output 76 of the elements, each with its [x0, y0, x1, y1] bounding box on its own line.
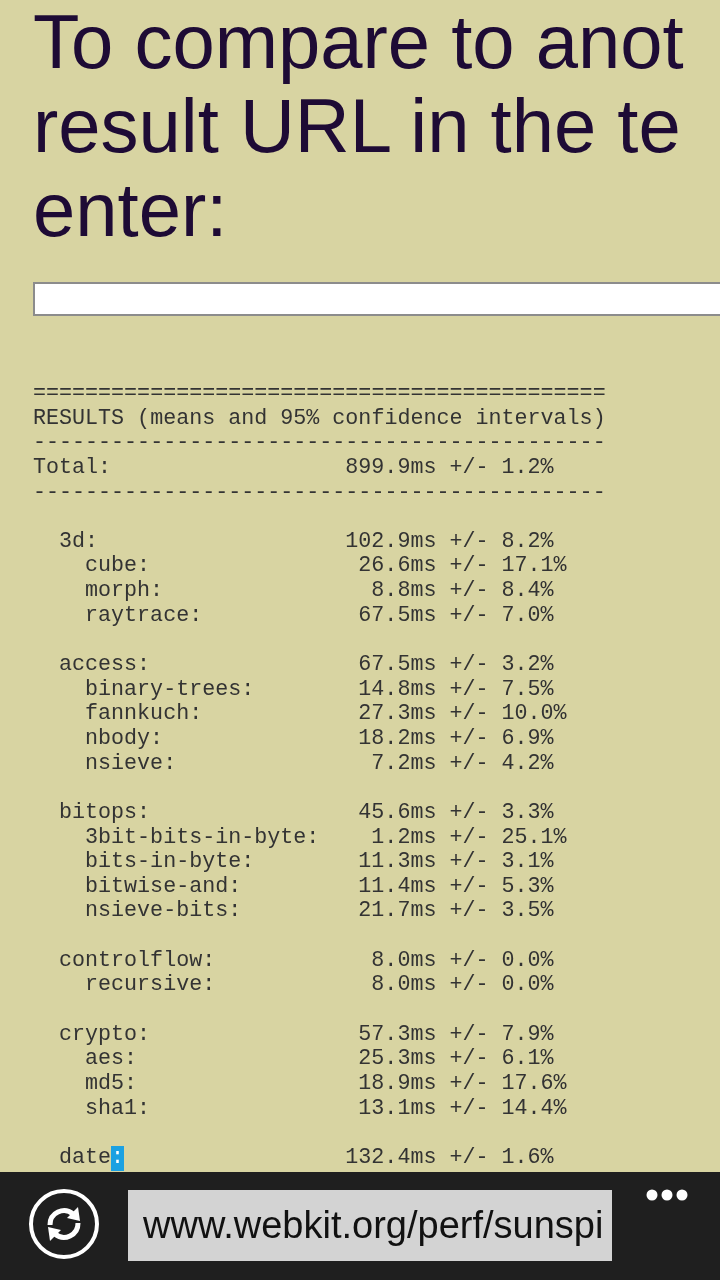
benchmark-error: +/- 10.0% — [449, 702, 567, 727]
benchmark-name: raytrace: — [85, 603, 203, 629]
benchmark-name: cube: — [85, 554, 151, 580]
benchmark-error: +/- 3.5% — [449, 899, 554, 925]
benchmark-name: nsieve-bits: — [85, 899, 242, 925]
benchmark-error: +/- 25.1% — [449, 825, 567, 851]
benchmark-time: 13.1ms — [358, 1096, 437, 1122]
benchmark-name: recursive: — [85, 973, 216, 999]
benchmark-error: +/- 8.4% — [449, 579, 554, 604]
address-field[interactable]: www.webkit.org/perf/sunspi — [128, 1190, 612, 1261]
benchmark-time: 102.9ms — [345, 529, 437, 555]
benchmark-error: +/- 7.9% — [449, 1022, 554, 1048]
benchmark-time: 8.0ms — [371, 973, 437, 999]
benchmark-name: md5: — [85, 1071, 138, 1097]
benchmark-error: +/- 17.6% — [449, 1071, 567, 1097]
benchmark-name: crypto: — [59, 1022, 151, 1048]
benchmark-name: bitops: — [59, 800, 151, 826]
benchmark-name: controlflow: — [59, 948, 216, 974]
total-time: 899.9ms — [345, 455, 437, 481]
benchmark-name: 3d: — [59, 529, 99, 555]
benchmark-error: +/- 1.6% — [449, 1145, 554, 1171]
benchmark-error: +/- 7.0% — [449, 603, 554, 629]
benchmark-time: 14.8ms — [358, 677, 437, 703]
total-label: Total: — [33, 455, 112, 481]
benchmark-name: morph: — [85, 579, 164, 604]
benchmark-time: 7.2ms — [371, 751, 437, 777]
intro-text: To compare to anot result URL in the te enter: — [33, 0, 684, 252]
benchmark-error: +/- 4.2% — [449, 751, 554, 777]
benchmark-name: fannkuch: — [85, 702, 203, 727]
benchmark-name: nsieve: — [85, 751, 177, 777]
benchmark-error: +/- 0.0% — [449, 948, 554, 974]
benchmark-error: +/- 3.3% — [449, 800, 554, 826]
benchmark-time: 18.9ms — [358, 1071, 437, 1097]
benchmark-time: 18.2ms — [358, 726, 437, 752]
benchmark-error: +/- 3.1% — [449, 850, 554, 875]
benchmark-time: 57.3ms — [358, 1022, 437, 1048]
rule-text: -------------------------------------------- — [33, 431, 606, 456]
benchmark-error: +/- 5.3% — [449, 874, 554, 900]
rule-text: -------------------------------------------- — [33, 480, 606, 506]
results-title: RESULTS (means and 95% confidence intervals) — [33, 406, 606, 432]
rule-text: ============================================ — [33, 382, 606, 407]
benchmark-time: 27.3ms — [358, 702, 437, 727]
text-selection: : — [111, 1145, 125, 1171]
benchmark-error: +/- 6.1% — [449, 1047, 554, 1072]
benchmark-error: +/- 6.9% — [449, 726, 554, 752]
benchmark-name: bitwise-and: — [85, 874, 242, 900]
benchmark-time: 11.4ms — [358, 874, 437, 900]
benchmark-name: sha1: — [85, 1096, 151, 1122]
benchmark-name: 3bit-bits-in-byte: — [85, 825, 320, 851]
benchmark-error: +/- 7.5% — [449, 677, 554, 703]
url-input-field[interactable] — [33, 282, 720, 316]
benchmark-time: 8.8ms — [371, 579, 437, 604]
benchmark-name: bits-in-byte: — [85, 850, 255, 875]
benchmark-name: binary-trees: — [85, 677, 255, 703]
benchmark-time: 26.6ms — [358, 554, 437, 580]
benchmark-time: 132.4ms — [345, 1145, 437, 1171]
total-error: +/- 1.2% — [449, 455, 554, 481]
benchmark-error: +/- 8.2% — [449, 529, 554, 555]
benchmark-time: 8.0ms — [371, 948, 437, 974]
benchmark-time: 25.3ms — [358, 1047, 437, 1072]
benchmark-error: +/- 17.1% — [449, 554, 567, 580]
benchmark-error: +/- 14.4% — [449, 1096, 567, 1122]
benchmark-time: 67.5ms — [358, 603, 437, 629]
benchmark-time: 1.2ms — [371, 825, 437, 851]
benchmark-time: 45.6ms — [358, 800, 437, 826]
benchmark-name: nbody: — [85, 726, 164, 752]
benchmark-error: +/- 3.2% — [449, 653, 554, 678]
benchmark-time: 21.7ms — [358, 899, 437, 925]
benchmark-error: +/- 0.0% — [449, 973, 554, 999]
benchmark-name: aes: — [85, 1047, 138, 1072]
benchmark-time: 67.5ms — [358, 653, 437, 678]
benchmark-name: access: — [59, 653, 151, 678]
refresh-icon[interactable] — [28, 1188, 100, 1260]
benchmark-time: 11.3ms — [358, 850, 437, 875]
benchmark-name: date — [59, 1145, 112, 1171]
more-icon[interactable] — [646, 1189, 688, 1201]
